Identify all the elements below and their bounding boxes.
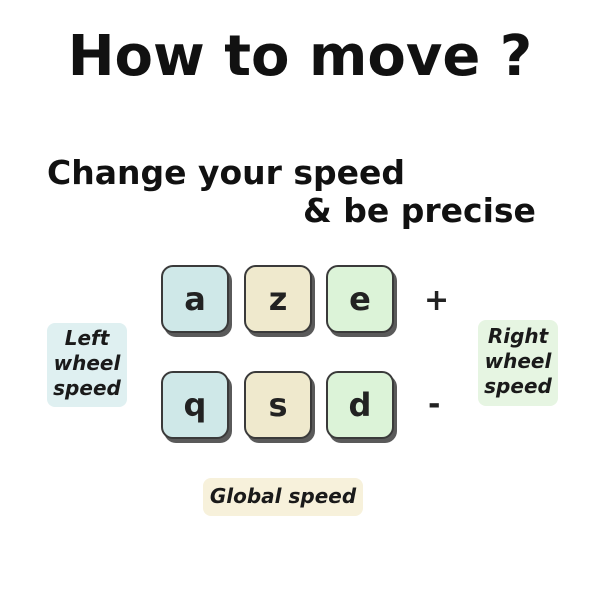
- key-d[interactable]: d: [326, 371, 394, 439]
- left-label-line-1: Left: [64, 326, 110, 350]
- right-label-line-1: Right: [487, 324, 549, 348]
- key-s[interactable]: s: [244, 371, 312, 439]
- decrease-sign: -: [428, 387, 441, 422]
- key-q[interactable]: q: [161, 371, 229, 439]
- page-title: How to move ?: [67, 24, 533, 89]
- subtitle-line-2: & be precise: [303, 191, 536, 230]
- right-label-line-2: wheel: [484, 349, 552, 373]
- key-a[interactable]: a: [161, 265, 229, 333]
- subtitle-line-1: Change your speed: [47, 153, 406, 192]
- global-speed-label: Global speed: [203, 478, 363, 516]
- right-label-line-3: speed: [484, 374, 552, 398]
- right-wheel-speed-label: Right wheel speed: [478, 320, 558, 406]
- left-label-line-3: speed: [53, 376, 121, 400]
- key-z[interactable]: z: [244, 265, 312, 333]
- left-label-line-2: wheel: [53, 351, 121, 375]
- increase-sign: +: [424, 283, 450, 318]
- key-e[interactable]: e: [326, 265, 394, 333]
- left-wheel-speed-label: Left wheel speed: [47, 323, 127, 407]
